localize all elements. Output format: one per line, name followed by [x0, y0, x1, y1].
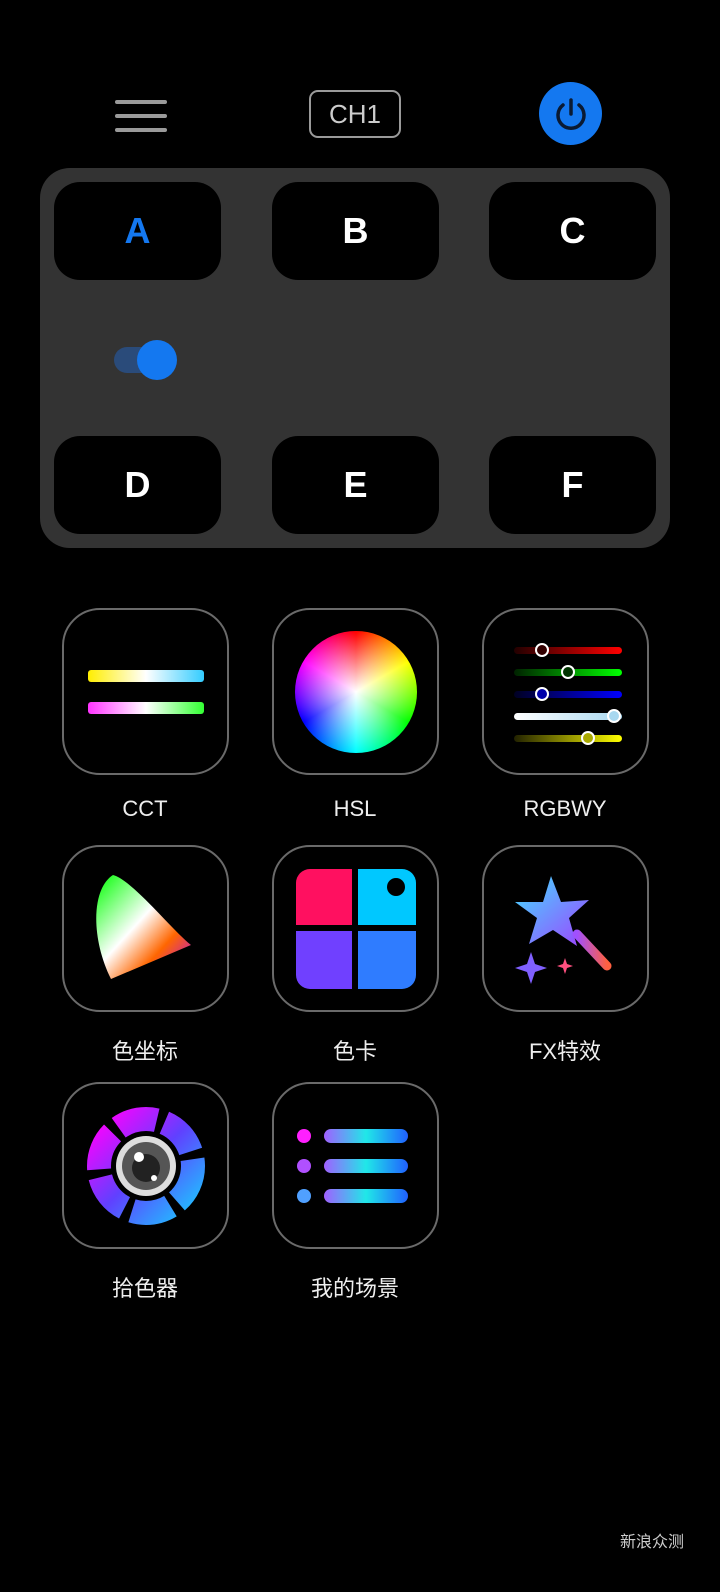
- group-button-b[interactable]: B: [272, 182, 439, 280]
- cct-label: CCT: [122, 796, 168, 821]
- group-button-a[interactable]: A: [54, 182, 221, 280]
- group-button-f[interactable]: F: [489, 436, 656, 534]
- group-button-d[interactable]: D: [54, 436, 221, 534]
- fx-effects-label: FX特效: [528, 1039, 602, 1064]
- channel-selector[interactable]: CH1: [309, 90, 401, 138]
- my-scenes-button[interactable]: [272, 1082, 439, 1249]
- color-gamut-icon: [95, 874, 191, 979]
- color-card-button[interactable]: [272, 845, 439, 1012]
- group-button-e[interactable]: E: [272, 436, 439, 534]
- rgbwy-label: RGBWY: [523, 796, 607, 821]
- color-picker-button[interactable]: [62, 1082, 229, 1249]
- group-button-c[interactable]: C: [489, 182, 656, 280]
- power-icon: [555, 97, 586, 130]
- group-toggle-switch[interactable]: [114, 340, 178, 380]
- color-card-label: 色卡: [332, 1039, 377, 1064]
- scene-list-icon: [296, 1128, 408, 1203]
- rgbwy-button[interactable]: [482, 608, 649, 775]
- fx-effects-button[interactable]: [482, 845, 649, 1012]
- cct-gradient-bars-icon: [87, 669, 204, 714]
- hsl-button[interactable]: [272, 608, 439, 775]
- color-card-icon: [295, 868, 416, 989]
- color-gamut-button[interactable]: [62, 845, 229, 1012]
- color-picker-camera-icon: [86, 1106, 205, 1225]
- my-scenes-label: 我的场景: [310, 1276, 399, 1301]
- power-button[interactable]: [539, 82, 602, 145]
- rgbwy-sliders-icon: [513, 642, 622, 745]
- magic-wand-star-icon: [514, 875, 611, 984]
- watermark-logo: 新浪众测: [620, 1534, 685, 1551]
- color-picker-label: 拾色器: [111, 1276, 178, 1301]
- cct-button[interactable]: [62, 608, 229, 775]
- hsl-label: HSL: [333, 796, 377, 821]
- hamburger-menu-icon[interactable]: [115, 100, 167, 132]
- color-wheel-icon: [294, 630, 417, 753]
- color-gamut-label: 色坐标: [111, 1039, 178, 1064]
